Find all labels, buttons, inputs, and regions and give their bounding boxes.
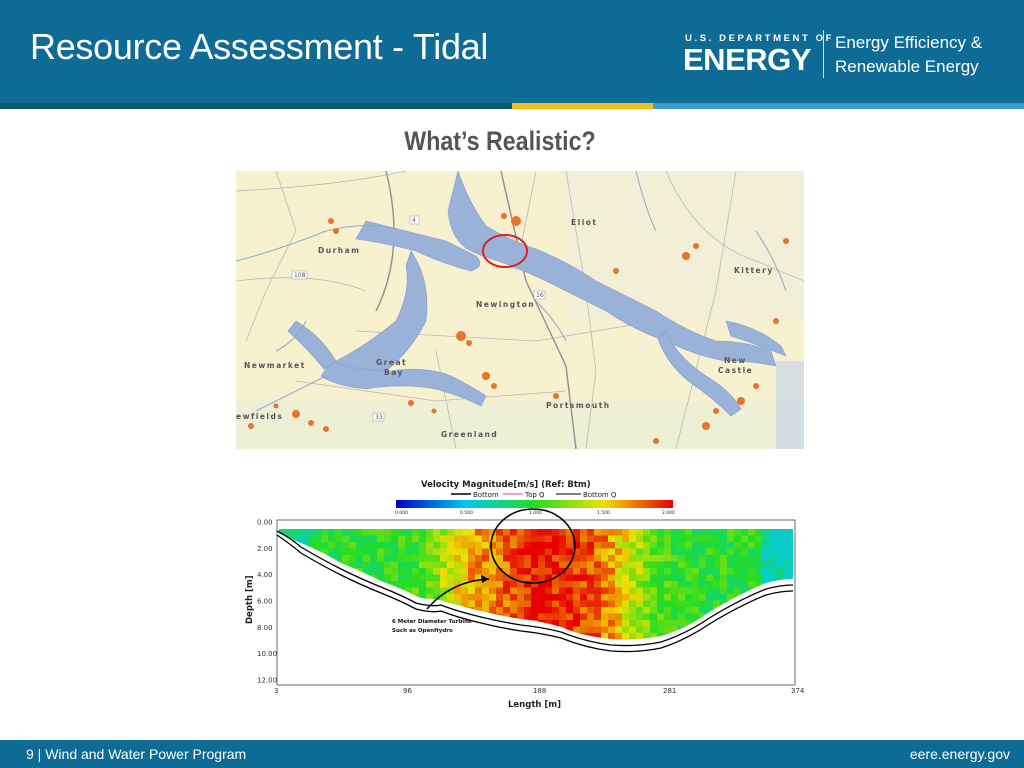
route-number: 4: [412, 217, 416, 224]
eere-line-2: Renewable Energy: [835, 57, 979, 76]
y-tick-label: 0.00: [257, 519, 273, 527]
plot-title: Velocity Magnitude[m/s] (Ref: Btm): [421, 480, 591, 490]
y-tick-label: 10.00: [257, 650, 277, 658]
route-number: 33: [375, 414, 383, 421]
map-label: Bay: [384, 368, 404, 377]
map-label: Newmarket: [244, 361, 306, 370]
x-tick-label: 281: [663, 687, 676, 695]
tidal-resource-map: Eliot Durham Kittery Newington Newmarket…: [236, 171, 804, 449]
y-tick-label: 6.00: [257, 598, 273, 606]
colorbar-tick: 0.500: [460, 510, 473, 516]
annotation-line-1: 6 Meter Diameter Turbine: [392, 619, 472, 625]
x-tick-label: 3: [274, 687, 278, 695]
map-label: ewfields: [236, 412, 283, 421]
footer-url[interactable]: eere.energy.gov: [910, 746, 1010, 762]
map-label: Eliot: [571, 218, 598, 227]
annotation-line-2: Such as OpenHydro: [392, 628, 453, 634]
colorbar-tick: 1.500: [597, 510, 610, 516]
map-label: Durham: [318, 246, 360, 255]
x-axis-label: Length [m]: [508, 700, 561, 710]
map-label: Kittery: [734, 266, 774, 275]
slide-subtitle: What’s Realistic?: [404, 126, 596, 156]
legend-top-q: Top Q: [524, 491, 545, 499]
slide-title: Resource Assessment - Tidal: [30, 26, 489, 67]
x-tick-label: 188: [533, 687, 546, 695]
map-label: New: [724, 356, 747, 365]
eere-line-1: Energy Efficiency &: [835, 33, 983, 52]
accent-bar-dark: [0, 103, 512, 109]
y-axis-label: Depth [m]: [245, 575, 255, 624]
colorbar-tick: 1.000: [529, 510, 542, 516]
x-tick-label: 374: [791, 687, 804, 695]
legend-bottom: Bottom: [473, 491, 499, 499]
y-tick-label: 4.00: [257, 571, 273, 579]
x-tick-label: 96: [403, 687, 412, 695]
map-label: Newington: [476, 300, 535, 309]
accent-bar-gold: [512, 103, 653, 109]
route-number: 16: [536, 292, 544, 299]
velocity-transect-plot: Velocity Magnitude[m/s] (Ref: Btm) Botto…: [241, 471, 804, 713]
map-label: Portsmouth: [546, 401, 611, 410]
doe-logo-main: ENERGY: [683, 42, 811, 77]
map-label: Castle: [718, 366, 753, 375]
colorbar-tick: 2.000: [662, 510, 675, 516]
y-tick-label: 8.00: [257, 624, 273, 632]
route-number: 108: [294, 272, 306, 279]
y-tick-label: 2.00: [257, 545, 273, 553]
velocity-colorbar: [396, 500, 673, 508]
map-label: Great: [376, 358, 407, 367]
logo-divider: [823, 30, 824, 78]
y-tick-label: 12.00: [257, 677, 277, 685]
colorbar-tick: 0.000: [395, 510, 408, 516]
footer-program: 9 | Wind and Water Power Program: [26, 746, 247, 762]
accent-bar-light: [653, 103, 1024, 109]
map-label: Greenland: [441, 430, 498, 439]
legend-bottom-q: Bottom Q: [583, 491, 617, 499]
